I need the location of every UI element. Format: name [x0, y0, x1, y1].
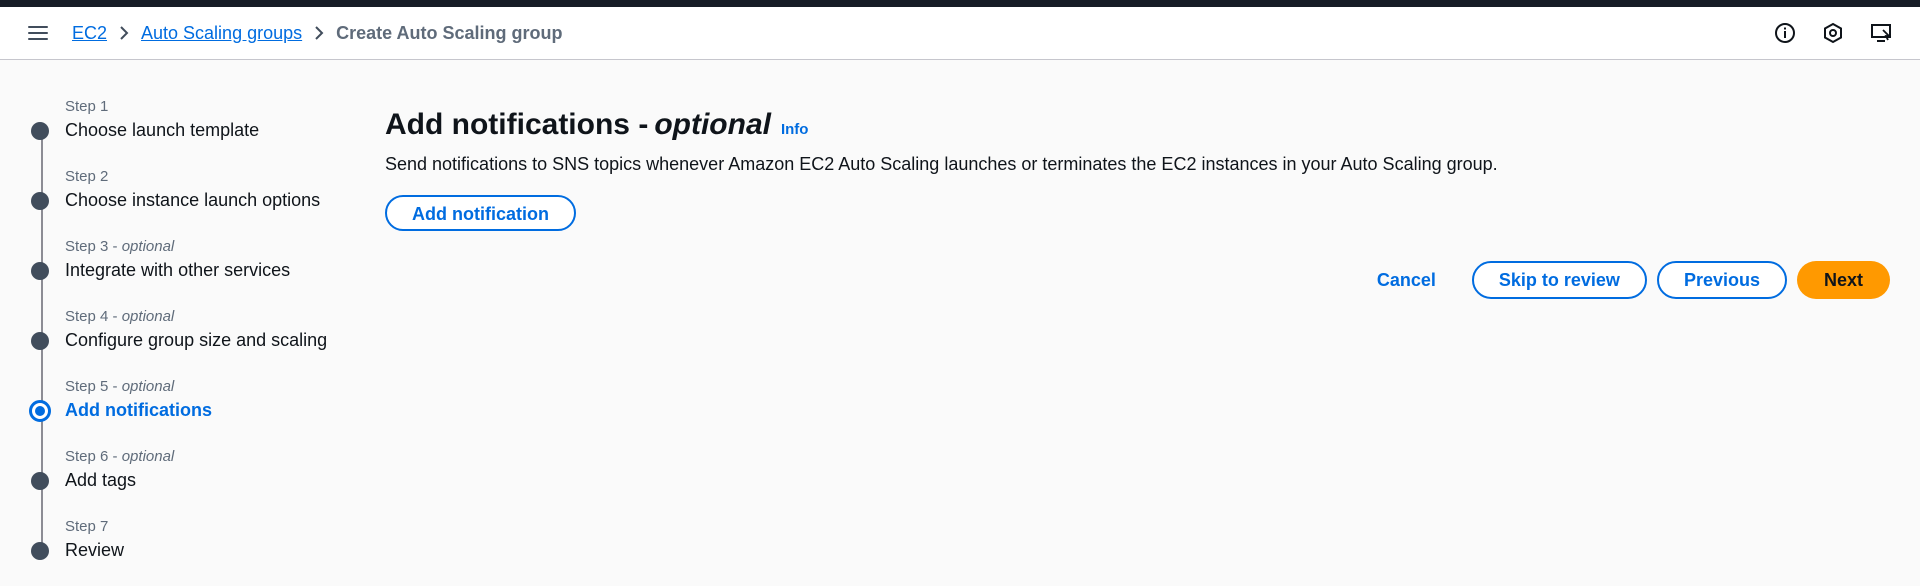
step-indicator — [31, 192, 49, 210]
step-6: Step 6 - optional Add tags — [28, 446, 348, 544]
step-optional-label: optional — [121, 308, 175, 325]
page-title-optional: optional — [654, 108, 771, 141]
step-number: Step 3 - optional — [65, 238, 175, 255]
chevron-right-icon — [302, 25, 336, 41]
page-title-text: Add notifications - — [385, 108, 649, 141]
wizard-actions: Cancel Skip to review Previous Next — [1351, 261, 1890, 299]
chevron-right-icon — [107, 25, 141, 41]
step-2: Step 2 Choose instance launch options — [28, 166, 348, 264]
step-indicator — [31, 262, 49, 280]
settings-hexagon-icon[interactable] — [1821, 21, 1845, 45]
breadcrumb-auto-scaling-groups[interactable]: Auto Scaling groups — [141, 23, 302, 44]
step-3: Step 3 - optional Integrate with other s… — [28, 236, 348, 334]
main-content: Add notifications - optional Info Send n… — [385, 108, 1895, 231]
step-optional-label: optional — [121, 378, 175, 395]
step-optional-label: optional — [121, 448, 175, 465]
page-title: Add notifications - optional Info — [385, 108, 1895, 142]
step-optional-label: optional — [121, 238, 175, 255]
cancel-button[interactable]: Cancel — [1351, 261, 1462, 299]
step-number: Step 5 - optional — [65, 378, 175, 395]
page-description: Send notifications to SNS topics wheneve… — [385, 154, 1498, 174]
feedback-screen-icon[interactable] — [1869, 21, 1893, 45]
step-title: Review — [65, 540, 125, 560]
menu-icon[interactable] — [26, 22, 50, 44]
info-link[interactable]: Info — [781, 121, 809, 138]
breadcrumb: EC2 Auto Scaling groups Create Auto Scal… — [72, 7, 562, 59]
step-title[interactable]: Choose launch template — [65, 120, 259, 141]
step-number: Step 2 — [65, 168, 109, 185]
step-number: Step 1 — [65, 98, 109, 115]
step-indicator — [31, 472, 49, 490]
step-indicator-active — [29, 400, 51, 422]
step-indicator — [31, 122, 49, 140]
step-title: Add notifications — [65, 400, 212, 420]
step-title[interactable]: Integrate with other services — [65, 260, 290, 281]
wizard-steps: Step 1 Choose launch template Step 2 Cho… — [28, 96, 348, 586]
next-button[interactable]: Next — [1796, 261, 1890, 299]
top-strip — [0, 0, 1920, 7]
add-notification-button[interactable]: Add notification — [385, 195, 576, 231]
step-number: Step 4 - optional — [65, 308, 175, 325]
skip-to-review-button[interactable]: Skip to review — [1471, 261, 1647, 299]
step-title[interactable]: Configure group size and scaling — [65, 330, 327, 351]
step-indicator — [31, 332, 49, 350]
step-title: Add tags — [65, 470, 137, 490]
info-circle-icon[interactable] — [1773, 21, 1797, 45]
step-7: Step 7 Review — [28, 516, 348, 586]
step-number: Step 6 - optional — [65, 448, 175, 465]
step-number: Step 7 — [65, 518, 109, 535]
previous-button[interactable]: Previous — [1656, 261, 1787, 299]
step-title[interactable]: Choose instance launch options — [65, 190, 320, 211]
step-4: Step 4 - optional Configure group size a… — [28, 306, 348, 404]
step-1: Step 1 Choose launch template — [28, 96, 348, 194]
breadcrumb-ec2[interactable]: EC2 — [72, 23, 107, 44]
step-5: Step 5 - optional Add notifications — [28, 376, 348, 474]
top-header: EC2 Auto Scaling groups Create Auto Scal… — [0, 7, 1920, 60]
step-indicator — [31, 542, 49, 560]
breadcrumb-current: Create Auto Scaling group — [336, 22, 563, 43]
